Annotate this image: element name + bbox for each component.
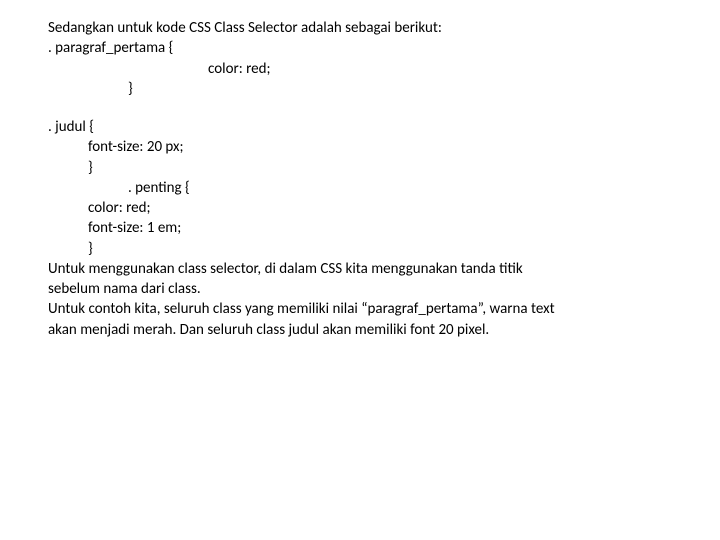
text-line: color: red; bbox=[48, 198, 680, 218]
text-line: } bbox=[48, 79, 680, 99]
text-line: Sedangkan untuk kode CSS Class Selector … bbox=[48, 18, 680, 38]
document-body: Sedangkan untuk kode CSS Class Selector … bbox=[0, 0, 720, 340]
text-line: sebelum nama dari class. bbox=[48, 279, 680, 299]
text-line: . judul { bbox=[48, 117, 680, 137]
text-line: . penting { bbox=[48, 178, 680, 198]
text-line: } bbox=[48, 158, 680, 178]
text-line: color: red; bbox=[48, 59, 680, 79]
text-line: akan menjadi merah. Dan seluruh class ju… bbox=[48, 320, 680, 340]
text-line: font-size: 1 em; bbox=[48, 218, 680, 238]
blank-line bbox=[48, 99, 680, 117]
text-line: font-size: 20 px; bbox=[48, 137, 680, 157]
text-line: } bbox=[48, 239, 680, 259]
text-line: Untuk contoh kita, seluruh class yang me… bbox=[48, 299, 680, 319]
text-line: . paragraf_pertama { bbox=[48, 38, 680, 58]
text-line: Untuk menggunakan class selector, di dal… bbox=[48, 259, 680, 279]
